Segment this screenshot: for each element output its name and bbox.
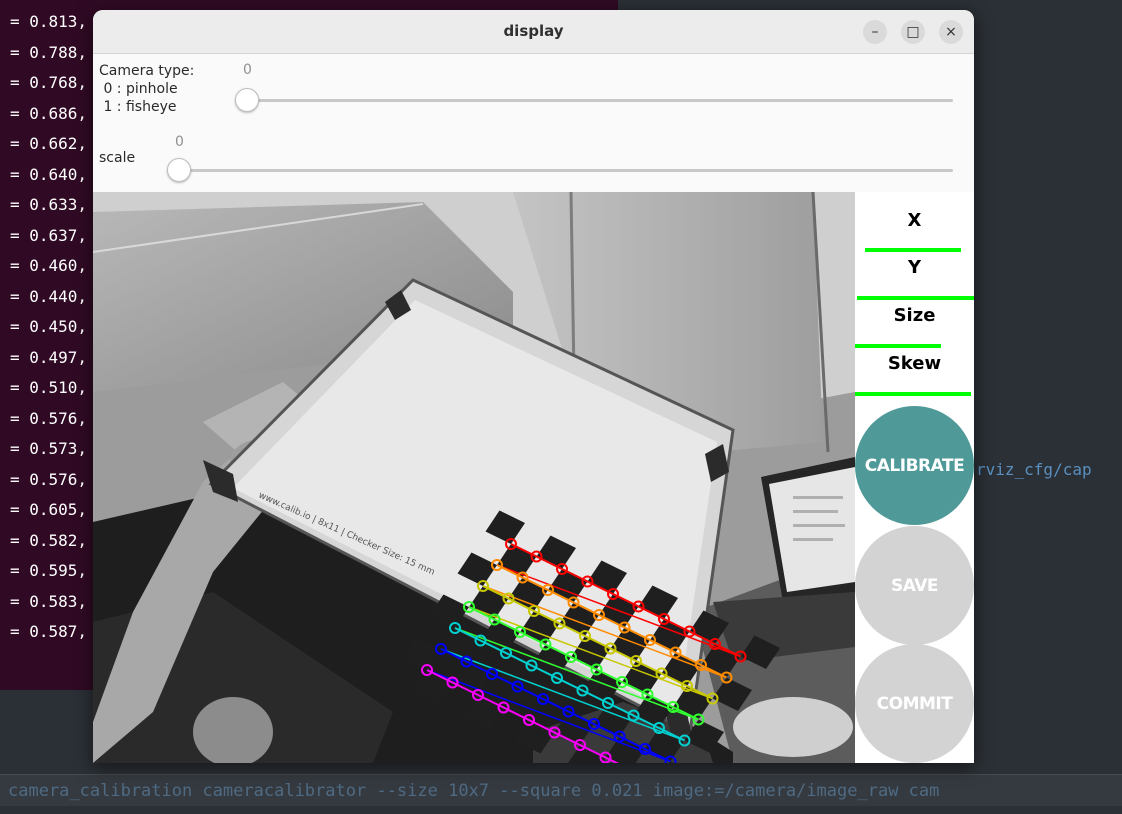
maximize-icon: □ (906, 24, 920, 40)
camera-type-slider-track[interactable] (245, 99, 953, 102)
save-button[interactable]: SAVE (855, 526, 974, 645)
minimize-icon: – (871, 24, 879, 40)
calibration-side-panel: X Y Size Skew CALIBRATE SAVE COMMIT (855, 192, 974, 763)
close-icon: × (945, 24, 957, 40)
calibrate-button[interactable]: CALIBRATE (855, 406, 974, 525)
terminal-line: = 0.497, (10, 347, 88, 367)
terminal-line: = 0.576, (10, 408, 88, 428)
terminal-line: = 0.460, (10, 256, 88, 275)
command-line-bar[interactable]: camera_calibration cameracalibrator --si… (0, 774, 1122, 806)
maximize-button[interactable]: □ (901, 20, 925, 44)
scale-slider-handle[interactable] (167, 158, 191, 182)
display-window: display – □ × Camera type: 0 : pinhole 1… (93, 10, 974, 763)
metric-label-skew: Skew (887, 353, 942, 374)
scale-label: scale (99, 150, 136, 166)
terminal-line: = 0.576, (10, 469, 88, 489)
terminal-line: = 0.573, (10, 439, 88, 458)
metric-bar-x (865, 248, 961, 252)
terminal-line: = 0.640, (10, 164, 88, 184)
terminal-line: = 0.510, (10, 378, 88, 397)
terminal-line: = 0.637, (10, 225, 88, 245)
terminal-line: = 0.813, (10, 12, 88, 31)
terminal-line: = 0.595, (10, 561, 88, 580)
metric-label-size: Size (893, 305, 936, 326)
metric-label-x: X (907, 210, 922, 231)
trackbar-panel: Camera type: 0 : pinhole 1 : fisheye 0 s… (93, 54, 974, 192)
terminal-line: = 0.686, (10, 103, 88, 123)
calibration-view: www.calib.io | 8x11 | Checker Size: 15 m… (93, 192, 974, 763)
terminal-line: = 0.450, (10, 317, 88, 336)
close-button[interactable]: × (939, 20, 963, 44)
scale-value: 0 (175, 134, 184, 150)
minimize-button[interactable]: – (863, 20, 887, 44)
terminal-line: = 0.788, (10, 42, 88, 62)
terminal-line: = 0.583, (10, 591, 88, 611)
metric-bar-size (855, 344, 941, 348)
camera-feed-image: www.calib.io | 8x11 | Checker Size: 15 m… (93, 192, 855, 763)
editor-path-text: rviz_cfg/cap (976, 460, 1092, 479)
title-bar[interactable]: display – □ × (93, 10, 974, 54)
command-line-text: camera_calibration cameracalibrator --si… (8, 781, 940, 801)
terminal-line: = 0.605, (10, 500, 88, 519)
metric-label-y: Y (907, 257, 922, 278)
window-title: display (503, 22, 564, 40)
metric-bar-y (857, 296, 974, 300)
metric-bar-skew (855, 392, 971, 396)
terminal-line: = 0.440, (10, 286, 88, 306)
commit-button[interactable]: COMMIT (855, 644, 974, 763)
scale-slider-track[interactable] (177, 169, 953, 172)
terminal-line: = 0.768, (10, 73, 88, 92)
terminal-line: = 0.662, (10, 134, 88, 153)
terminal-line: = 0.633, (10, 195, 88, 214)
camera-type-slider-handle[interactable] (235, 88, 259, 112)
terminal-line: = 0.582, (10, 530, 88, 550)
terminal-line: = 0.587, (10, 622, 88, 641)
camera-type-value: 0 (243, 62, 252, 78)
camera-type-label: Camera type: 0 : pinhole 1 : fisheye (99, 63, 195, 115)
